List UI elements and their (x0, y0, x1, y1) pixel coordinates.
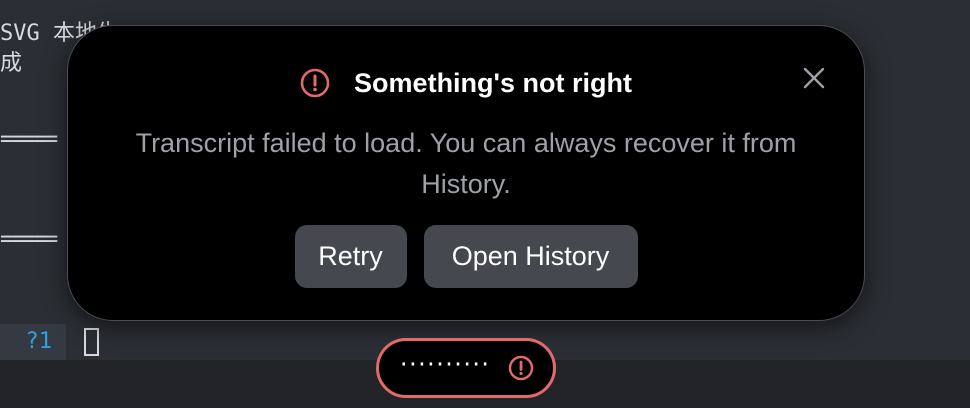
open-history-button[interactable]: Open History (423, 225, 638, 288)
alert-circle-icon (300, 68, 330, 98)
terminal-gutter-label: ?1 (0, 324, 66, 360)
status-pill[interactable]: ·········· (376, 338, 556, 398)
dialog-actions: Retry Open History (68, 225, 864, 288)
retry-button[interactable]: Retry (294, 225, 407, 288)
dialog-title: Something's not right (354, 67, 632, 98)
terminal-cursor (84, 328, 99, 356)
close-button[interactable] (802, 66, 826, 90)
dialog-header: Something's not right (68, 66, 864, 100)
error-dialog: Something's not right Transcript failed … (67, 25, 865, 321)
dialog-message: Transcript failed to load. You can alway… (135, 128, 797, 199)
terminal-separator: ===== (0, 227, 58, 252)
close-icon (803, 67, 825, 89)
terminal-line: 成 (0, 51, 23, 76)
terminal-separator: ===== (0, 127, 58, 152)
status-pill-dots: ·········· (397, 352, 491, 376)
alert-circle-icon (508, 355, 534, 381)
